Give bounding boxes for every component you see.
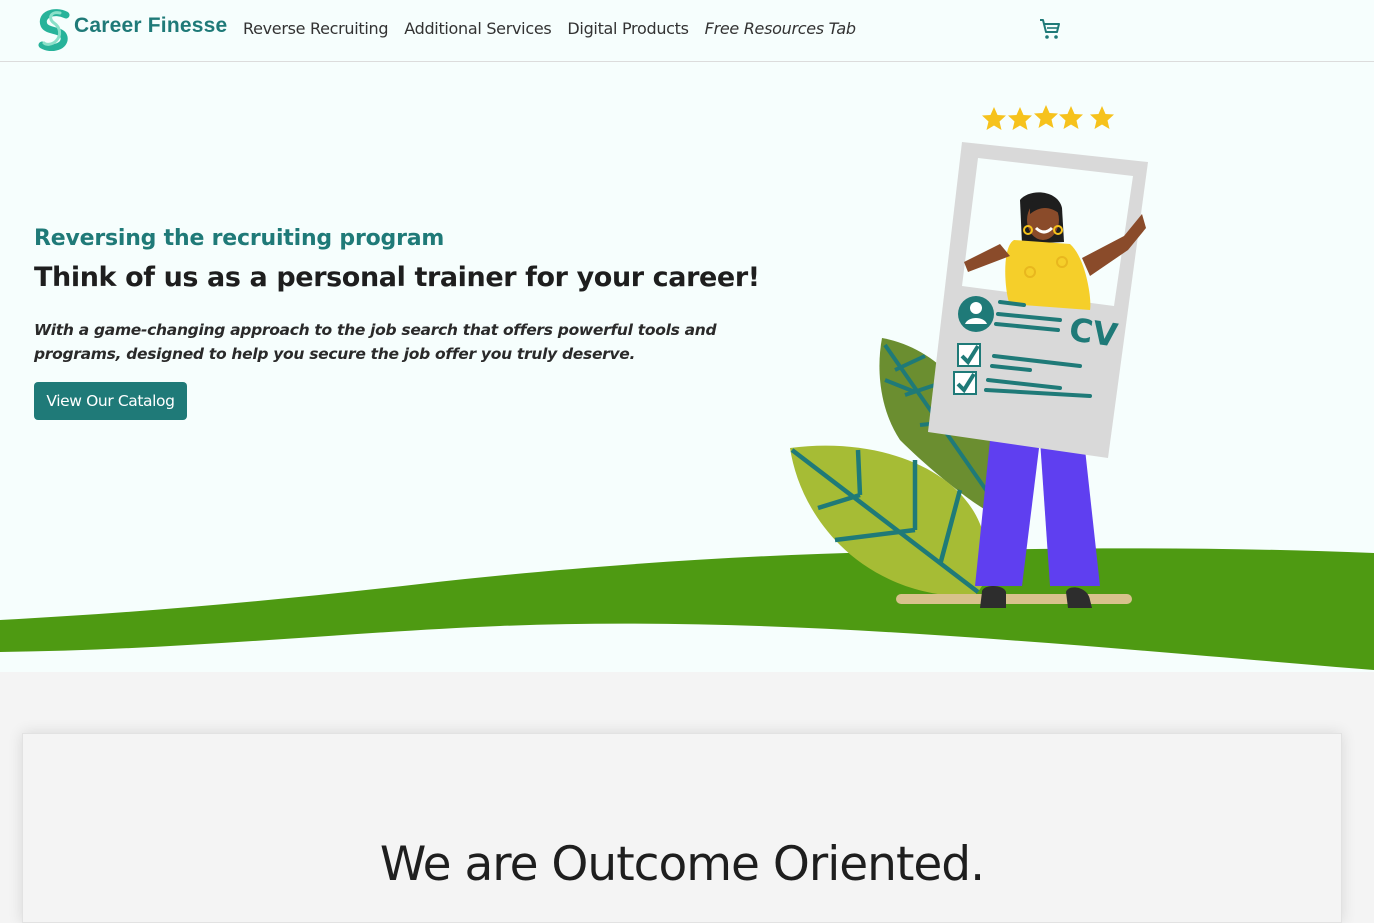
ground-bar — [896, 594, 1132, 604]
view-catalog-button[interactable]: View Our Catalog — [34, 382, 187, 420]
cv-label: CV — [1067, 310, 1120, 354]
hero-headline: Think of us as a personal trainer for yo… — [34, 262, 760, 293]
green-hill — [0, 548, 1374, 670]
career-finesse-logo-icon[interactable] — [36, 9, 72, 51]
top-navbar: Career Finesse Reverse Recruiting Additi… — [0, 0, 1374, 62]
rating-stars — [982, 105, 1114, 130]
outcome-card — [22, 733, 1342, 923]
shopping-cart-icon[interactable] — [1038, 17, 1062, 41]
hero-illustration: CV — [0, 105, 1374, 670]
hero-description: With a game-changing approach to the job… — [34, 321, 717, 363]
nav-free-resources-tab[interactable]: Free Resources Tab — [705, 19, 856, 38]
main-nav: Reverse Recruiting Additional Services D… — [243, 19, 856, 38]
nav-reverse-recruiting[interactable]: Reverse Recruiting — [243, 19, 389, 38]
outcome-title: We are Outcome Oriented. — [379, 837, 985, 892]
brand-name[interactable]: Career Finesse — [74, 14, 227, 38]
nav-additional-services[interactable]: Additional Services — [404, 19, 551, 38]
nav-digital-products[interactable]: Digital Products — [567, 19, 689, 38]
hero-eyebrow: Reversing the recruiting program — [34, 226, 445, 251]
